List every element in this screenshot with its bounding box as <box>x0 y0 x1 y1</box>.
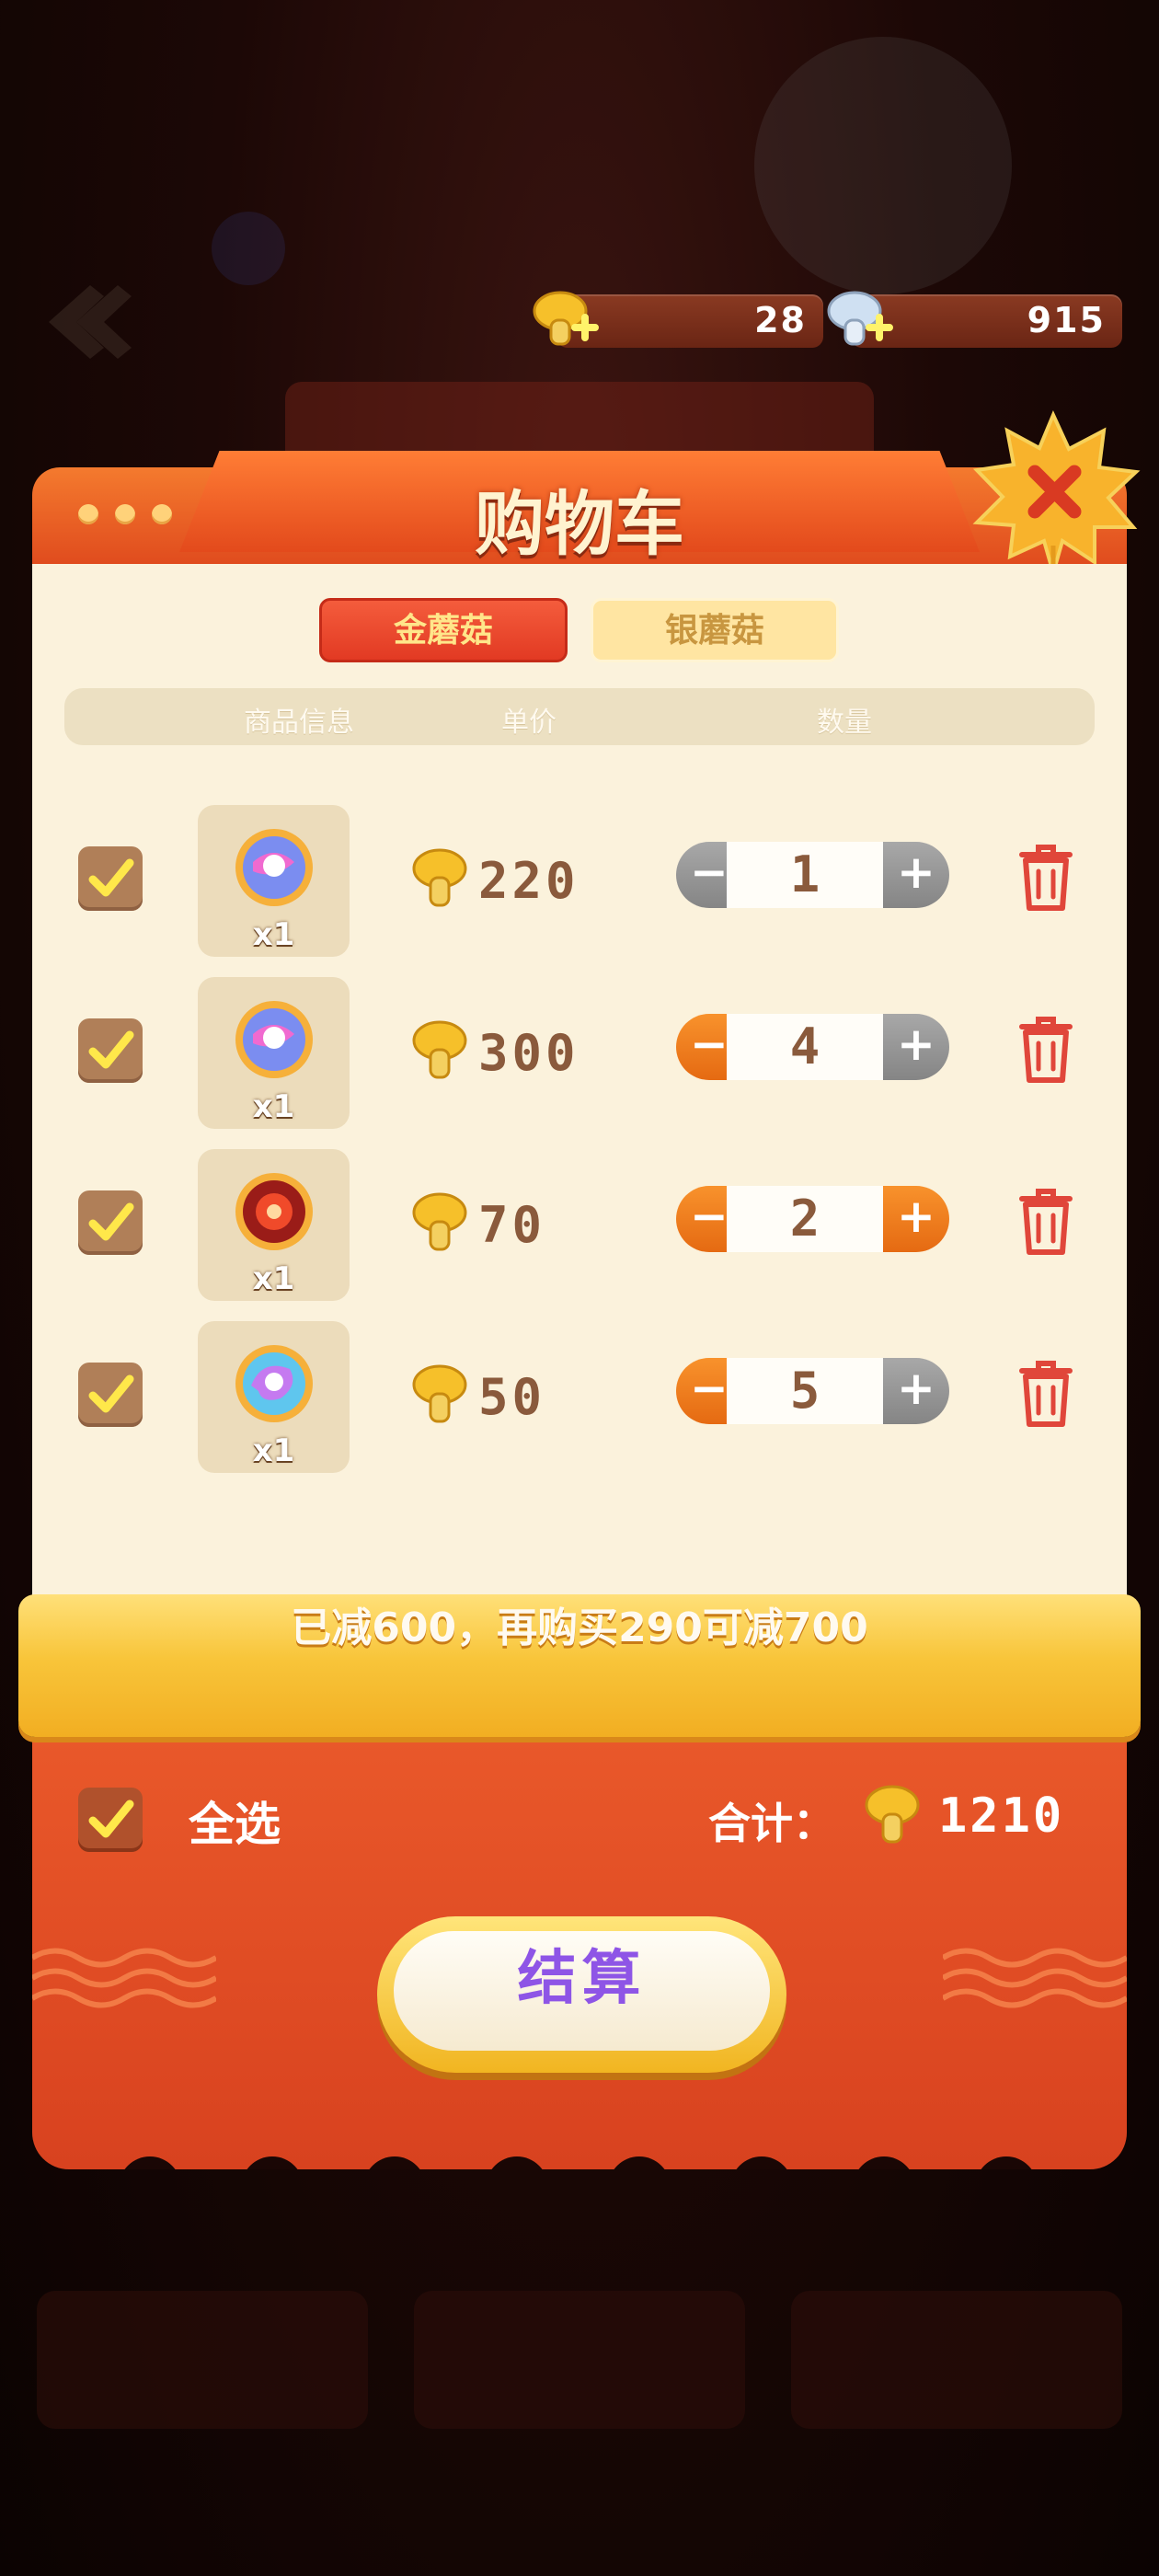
unit-price-value: 300 <box>478 1024 580 1082</box>
gold-mushroom-balance[interactable]: 28 <box>533 291 823 348</box>
background-orb <box>754 37 1012 294</box>
back-arrow-icon[interactable] <box>35 276 136 368</box>
increase-quantity-button[interactable]: + <box>883 1358 949 1424</box>
wave-decoration <box>32 1948 216 2008</box>
cart-footer: 全选 合计： 1210 结算 <box>32 1737 1127 2169</box>
tab-silver-mushroom[interactable]: 银蘑菇 <box>591 598 839 662</box>
select-all-checkbox[interactable] <box>78 1788 143 1852</box>
background-card <box>414 2291 745 2429</box>
trash-icon[interactable] <box>1016 1012 1075 1086</box>
gold-mushroom-count: 28 <box>754 300 807 340</box>
wave-decoration <box>943 1948 1127 2008</box>
quantity-stepper: − 5 + <box>676 1358 957 1424</box>
checkout-button-face: 结算 <box>394 1931 770 2051</box>
quantity-value[interactable]: 1 <box>727 842 883 908</box>
quantity-value[interactable]: 2 <box>727 1186 883 1252</box>
row-checkbox[interactable] <box>78 1190 143 1255</box>
unit-price-value: 220 <box>478 852 580 910</box>
background-card <box>791 2291 1122 2429</box>
trash-icon[interactable] <box>1016 1184 1075 1258</box>
item-quantity-label: x1 <box>252 1432 295 1469</box>
item-thumbnail[interactable]: x1 <box>198 977 350 1129</box>
quantity-stepper: − 4 + <box>676 1014 957 1080</box>
quantity-stepper: − 2 + <box>676 1186 957 1252</box>
cart-row: x1 220 − 1 + <box>32 805 1127 957</box>
quantity-value[interactable]: 4 <box>727 1014 883 1080</box>
checkout-label: 结算 <box>517 1945 647 2013</box>
red-sun-orb-icon <box>235 1173 313 1250</box>
trash-icon[interactable] <box>1016 1356 1075 1430</box>
row-checkbox[interactable] <box>78 1018 143 1083</box>
item-quantity-label: x1 <box>252 1088 295 1125</box>
cart-row: x1 50 − 5 + <box>32 1321 1127 1473</box>
gold-mushroom-icon <box>412 1364 467 1423</box>
gold-mushroom-add-icon <box>533 291 599 346</box>
item-thumbnail[interactable]: x1 <box>198 805 350 957</box>
trash-icon[interactable] <box>1016 840 1075 914</box>
panel-title: 购物车 <box>475 483 684 565</box>
select-all-label[interactable]: 全选 <box>189 1788 281 1854</box>
gold-mushroom-icon <box>865 1785 920 1844</box>
increase-quantity-button[interactable]: + <box>883 842 949 908</box>
discount-text: 已减600，再购买290可减700 <box>291 1604 868 1651</box>
unit-price: 300 <box>409 1018 576 1083</box>
column-header-quantity: 数量 <box>817 707 872 739</box>
unit-price-value: 50 <box>478 1368 546 1426</box>
unit-price-value: 70 <box>478 1196 546 1254</box>
scalloped-edge <box>124 2156 1032 2169</box>
blue-swirl-orb-icon <box>235 1001 313 1078</box>
gold-mushroom-icon <box>412 1020 467 1079</box>
increase-quantity-button[interactable]: + <box>883 1186 949 1252</box>
silver-mushroom-balance[interactable]: 915 <box>827 291 1122 348</box>
item-quantity-label: x1 <box>252 1260 295 1297</box>
silver-mushroom-add-icon <box>827 291 893 346</box>
column-header-unit-price: 单价 <box>501 707 557 739</box>
panel-header: 购物车 <box>32 451 1127 565</box>
total-label: 合计： <box>708 1799 835 1848</box>
gold-mushroom-icon <box>412 848 467 907</box>
checkout-button[interactable]: 结算 <box>377 1916 786 2073</box>
item-thumbnail[interactable]: x1 <box>198 1149 350 1301</box>
total-value: 1210 <box>938 1788 1065 1844</box>
unit-price: 50 <box>409 1363 542 1427</box>
unit-price: 220 <box>409 846 576 911</box>
background-orb <box>212 212 285 285</box>
column-header-item-info: 商品信息 <box>244 707 354 739</box>
gold-mushroom-icon <box>412 1192 467 1251</box>
row-checkbox[interactable] <box>78 1363 143 1427</box>
rainbow-swirl-orb-icon <box>235 1345 313 1422</box>
close-icon[interactable] <box>966 408 1141 582</box>
item-quantity-label: x1 <box>252 916 295 953</box>
increase-quantity-button[interactable]: + <box>883 1014 949 1080</box>
table-header: 商品信息 单价 数量 <box>64 688 1095 745</box>
panel-body: 金蘑菇 银蘑菇 商品信息 单价 数量 x1 220 − 1 + x1 300 −… <box>32 564 1127 1617</box>
cart-row: x1 70 − 2 + <box>32 1149 1127 1301</box>
blue-swirl-orb-icon <box>235 829 313 906</box>
quantity-stepper: − 1 + <box>676 842 957 908</box>
background-card <box>37 2291 368 2429</box>
shopping-cart-panel: 购物车 金蘑菇 银蘑菇 商品信息 单价 数量 x1 220 − 1 + x1 3… <box>18 410 1141 2169</box>
row-checkbox[interactable] <box>78 846 143 911</box>
tab-gold-mushroom[interactable]: 金蘑菇 <box>319 598 568 662</box>
quantity-value[interactable]: 5 <box>727 1358 883 1424</box>
discount-banner: 已减600，再购买290可减700 <box>18 1594 1141 1737</box>
unit-price: 70 <box>409 1190 542 1255</box>
cart-row: x1 300 − 4 + <box>32 977 1127 1129</box>
silver-mushroom-count: 915 <box>1027 300 1106 340</box>
item-thumbnail[interactable]: x1 <box>198 1321 350 1473</box>
